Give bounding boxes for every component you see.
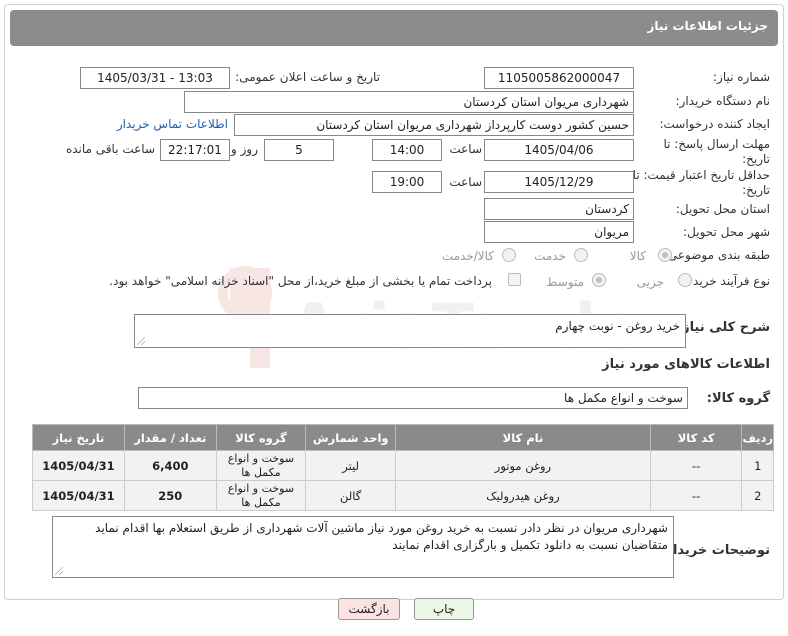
goods-info-title: اطلاعات کالاهای مورد نیاز: [602, 357, 770, 372]
announce-field: 1405/03/31 - 13:03: [80, 67, 230, 89]
process-radio-medium[interactable]: [592, 273, 606, 287]
cell-qty: 250: [123, 480, 217, 511]
col-code: کد کالا: [649, 424, 743, 451]
remaining-label: ساعت باقی مانده: [65, 142, 155, 156]
announce-label: تاریخ و ساعت اعلان عمومی:: [235, 70, 380, 84]
col-unit: واحد شمارش: [305, 424, 397, 451]
buyer-org-label: نام دستگاه خریدار:: [675, 94, 771, 108]
category-option-service: خدمت: [534, 249, 566, 263]
cell-unit: گالن: [305, 480, 397, 511]
process-option-minor: جزیی: [636, 275, 664, 289]
price-valid-time-field: 19:00: [372, 171, 442, 193]
cell-qty: 6,400: [123, 450, 217, 481]
panel-title: جزئیات اطلاعات نیاز: [647, 19, 768, 33]
cell-date: 1405/04/31: [32, 450, 125, 481]
cell-group: سوخت و انواع مکمل ها: [215, 480, 307, 511]
description-textarea[interactable]: خرید روغن - نوبت چهارم: [134, 314, 686, 348]
process-label: نوع فرآیند خرید :: [685, 274, 770, 288]
cell-date: 1405/04/31: [32, 480, 125, 511]
deadline-date-field: 1405/04/06: [484, 139, 634, 161]
days-field: 5: [264, 139, 334, 161]
cell-row: 1: [741, 450, 774, 481]
cell-code: --: [649, 480, 743, 511]
col-group: گروه کالا: [215, 424, 307, 451]
price-valid-hour-label: ساعت: [449, 175, 482, 189]
need-number-field: 1105005862000047: [484, 67, 634, 89]
category-label: طبقه بندی موضوعی:: [663, 248, 770, 262]
col-name: نام کالا: [395, 424, 651, 451]
buyer-contact-link[interactable]: اطلاعات تماس خریدار: [117, 117, 228, 131]
city-field: مریوان: [484, 221, 634, 243]
remaining-time-field: 22:17:01: [160, 139, 230, 161]
buyer-notes-label: توضیحات خریدار:: [660, 543, 770, 558]
resize-grip-icon[interactable]: [55, 567, 63, 575]
goods-group-field: سوخت و انواع مکمل ها: [138, 387, 688, 409]
category-radio-goods[interactable]: [658, 248, 672, 262]
table-row: 2 -- روغن هیدرولیک گالن سوخت و انواع مکم…: [32, 480, 774, 511]
buyer-notes-text: شهرداری مریوان در نظر دادر نسبت به خرید …: [95, 521, 668, 552]
buyer-org-field: شهرداری مریوان استان کردستان: [184, 91, 634, 113]
days-label: روز و: [231, 142, 258, 156]
category-option-goods-service: کالا/خدمت: [441, 249, 494, 263]
cell-name: روغن موتور: [395, 450, 651, 481]
cell-unit: لیتر: [305, 450, 397, 481]
cell-group: سوخت و انواع مکمل ها: [215, 450, 307, 481]
process-radio-minor[interactable]: [678, 273, 692, 287]
deadline-label: مهلت ارسال پاسخ: تا تاریخ:: [663, 137, 770, 166]
goods-group-label: گروه کالا:: [706, 391, 770, 406]
description-text: خرید روغن - نوبت چهارم: [555, 319, 680, 333]
price-valid-date-field: 1405/12/29: [484, 171, 634, 193]
process-option-medium: متوسط: [546, 275, 584, 289]
province-label: استان محل تحویل:: [675, 202, 770, 216]
creator-label: ایجاد کننده درخواست:: [659, 117, 770, 131]
cell-row: 2: [741, 480, 774, 511]
goods-table: ردیف کد کالا نام کالا واحد شمارش گروه کا…: [32, 424, 774, 511]
print-button[interactable]: چاپ: [414, 598, 474, 620]
cell-name: روغن هیدرولیک: [395, 480, 651, 511]
col-date: تاریخ نیاز: [32, 424, 125, 451]
col-row: ردیف: [741, 424, 774, 451]
buyer-notes-textarea[interactable]: شهرداری مریوان در نظر دادر نسبت به خرید …: [52, 516, 674, 578]
treasury-payment-note: پرداخت تمام یا بخشی از مبلغ خرید،از محل …: [109, 274, 492, 288]
panel-header: جزئیات اطلاعات نیاز: [10, 10, 778, 46]
resize-grip-icon[interactable]: [137, 337, 145, 345]
table-row: 1 -- روغن موتور لیتر سوخت و انواع مکمل ه…: [32, 450, 774, 481]
deadline-hour-label: ساعت: [449, 142, 482, 156]
treasury-payment-checkbox[interactable]: [508, 273, 521, 286]
deadline-time-field: 14:00: [372, 139, 442, 161]
creator-field: حسین کشور دوست کارپرداز شهرداری مریوان ا…: [234, 114, 634, 136]
province-field: کردستان: [484, 198, 634, 220]
category-radio-goods-service[interactable]: [502, 248, 516, 262]
city-label: شهر محل تحویل:: [683, 225, 770, 239]
col-qty: تعداد / مقدار: [123, 424, 217, 451]
description-label: شرح کلی نیاز:: [676, 320, 770, 335]
price-valid-label: حداقل تاریخ اعتبار قیمت: تا تاریخ:: [632, 168, 770, 197]
cell-code: --: [649, 450, 743, 481]
category-option-goods: کالا: [629, 249, 646, 263]
table-header-row: ردیف کد کالا نام کالا واحد شمارش گروه کا…: [32, 424, 774, 451]
category-radio-service[interactable]: [574, 248, 588, 262]
back-button[interactable]: بازگشت: [338, 598, 400, 620]
need-number-label: شماره نیاز:: [713, 70, 770, 84]
